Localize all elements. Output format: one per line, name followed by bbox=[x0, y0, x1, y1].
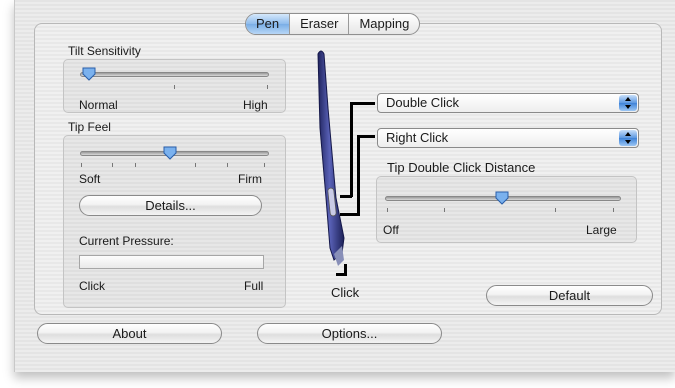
pressure-max-label: Full bbox=[244, 279, 264, 293]
tilt-min-label: Normal bbox=[79, 98, 118, 112]
upper-switch-value: Double Click bbox=[386, 95, 459, 110]
tilt-slider-track[interactable] bbox=[80, 72, 269, 77]
about-button[interactable]: About bbox=[37, 323, 222, 344]
double-click-slider-knob[interactable] bbox=[495, 191, 509, 205]
tip-feel-tick bbox=[81, 163, 82, 167]
distance-min-label: Off bbox=[383, 223, 399, 237]
current-pressure-bar bbox=[79, 255, 264, 269]
lower-switch-popup[interactable]: Right Click bbox=[377, 128, 639, 148]
callout-line bbox=[350, 102, 353, 197]
callout-line bbox=[340, 213, 360, 216]
popup-arrows-icon bbox=[619, 130, 637, 146]
tip-feel-min-label: Soft bbox=[79, 172, 101, 186]
default-button[interactable]: Default bbox=[486, 285, 653, 306]
distance-max-label: Large bbox=[586, 223, 617, 237]
tip-feel-slider-knob[interactable] bbox=[163, 146, 177, 160]
tilt-tick bbox=[174, 85, 175, 89]
tilt-slider-knob[interactable] bbox=[82, 67, 96, 81]
distance-tick bbox=[613, 208, 614, 212]
tab-mapping[interactable]: Mapping bbox=[348, 14, 419, 34]
tilt-max-label: High bbox=[243, 98, 268, 112]
distance-tick bbox=[444, 208, 445, 212]
lower-switch-value: Right Click bbox=[386, 130, 449, 145]
distance-tick bbox=[387, 208, 388, 212]
tip-feel-tick bbox=[195, 163, 196, 167]
tip-feel-tick bbox=[227, 163, 228, 167]
distance-tick bbox=[555, 208, 556, 212]
double-click-distance-title: Tip Double Click Distance bbox=[387, 160, 536, 175]
tab-bar: Pen Eraser Mapping bbox=[245, 13, 421, 35]
pressure-min-label: Click bbox=[79, 279, 105, 293]
callout-line bbox=[357, 135, 360, 216]
tip-feel-max-label: Firm bbox=[238, 172, 262, 186]
upper-switch-popup[interactable]: Double Click bbox=[377, 93, 639, 113]
tilt-tick bbox=[267, 85, 268, 89]
callout-line bbox=[350, 102, 375, 105]
options-button[interactable]: Options... bbox=[257, 323, 442, 344]
current-pressure-label: Current Pressure: bbox=[79, 234, 174, 248]
tip-feel-tick bbox=[264, 163, 265, 167]
tip-label: Click bbox=[331, 285, 360, 300]
details-button[interactable]: Details... bbox=[79, 195, 262, 216]
tip-feel-tick bbox=[135, 163, 136, 167]
tip-feel-title: Tip Feel bbox=[68, 120, 111, 134]
popup-arrows-icon bbox=[619, 95, 637, 111]
callout-line bbox=[340, 195, 352, 198]
tilt-sensitivity-title: Tilt Sensitivity bbox=[68, 44, 141, 58]
tip-feel-tick bbox=[112, 163, 113, 167]
tab-eraser[interactable]: Eraser bbox=[289, 14, 348, 34]
callout-line bbox=[336, 273, 347, 276]
tab-pen[interactable]: Pen bbox=[246, 14, 290, 34]
